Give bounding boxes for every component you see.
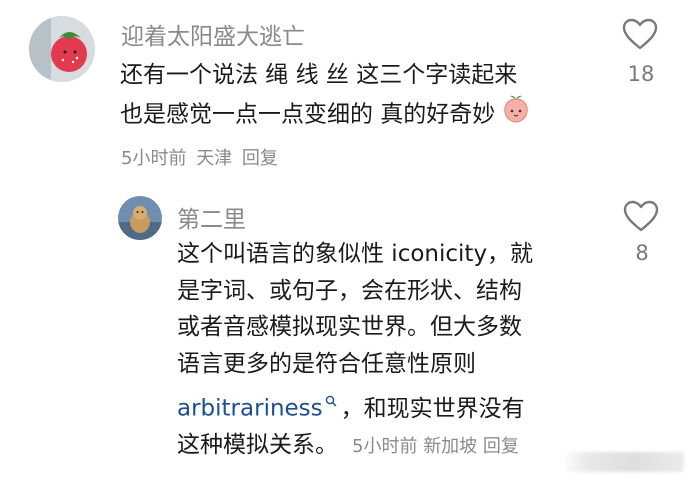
avatar-image-icon xyxy=(118,196,162,240)
watermark-blur xyxy=(562,452,684,472)
peach-face-emoji-icon xyxy=(501,94,531,136)
comment-location: 新加坡 xyxy=(423,436,478,458)
comment-text-line: 语言更多的是符合任意性原则 xyxy=(177,350,476,377)
comment-text-line: 这种模拟关系。 5小时前 新加坡 回复 xyxy=(177,427,533,466)
comment-text-segment: 这种模拟关系。 xyxy=(177,432,338,459)
comment-location: 天津 xyxy=(196,148,233,169)
reply-button[interactable]: 回复 xyxy=(242,148,278,169)
comment-text-line: 是字词、或句子，会在形状、结构 xyxy=(177,277,522,304)
heart-icon xyxy=(622,18,658,50)
comment-text-line: arbitrariness ，和现实世界没有 xyxy=(177,382,533,427)
avatar[interactable] xyxy=(29,16,95,82)
username[interactable]: 第二里 xyxy=(177,200,246,234)
comment-text-line: 还有一个说法 绳 线 丝 这三个字读起来 xyxy=(120,62,518,88)
like-count: 18 xyxy=(627,62,655,86)
comment-meta: 5小时前 新加坡 回复 xyxy=(352,436,519,457)
comment-time: 5小时前 xyxy=(121,148,187,169)
like-button[interactable] xyxy=(622,18,658,54)
search-link-icon[interactable] xyxy=(325,382,337,419)
comment-text: 这个叫语言的象似性 iconicity，就 是字词、或句子，会在形状、结构 或者… xyxy=(177,236,533,466)
username[interactable]: 迎着太阳盛大逃亡 xyxy=(121,17,305,51)
comment-text: 还有一个说法 绳 线 丝 这三个字读起来 也是感觉一点一点变细的 真的好奇妙 xyxy=(120,57,531,135)
comment-text-line: 或者音感模拟现实世界。但大多数 xyxy=(177,314,522,340)
comment-meta: 5小时前 天津 回复 xyxy=(121,144,278,170)
comment-text-segment: 也是感觉一点一点变细的 真的好奇妙 xyxy=(120,100,496,127)
comment-time: 5小时前 xyxy=(352,436,418,458)
comment-text-line: 也是感觉一点一点变细的 真的好奇妙 xyxy=(120,94,531,136)
search-link[interactable]: arbitrariness xyxy=(177,396,323,422)
like-count: 8 xyxy=(635,241,649,265)
avatar-image-icon xyxy=(29,16,95,82)
heart-icon xyxy=(623,200,659,232)
comment-text-segment: ，和现实世界没有 xyxy=(340,395,525,422)
like-button[interactable] xyxy=(623,200,659,236)
reply-button[interactable]: 回复 xyxy=(483,436,519,457)
comment-text-line: 这个叫语言的象似性 iconicity，就 xyxy=(177,241,534,267)
avatar[interactable] xyxy=(118,196,162,240)
